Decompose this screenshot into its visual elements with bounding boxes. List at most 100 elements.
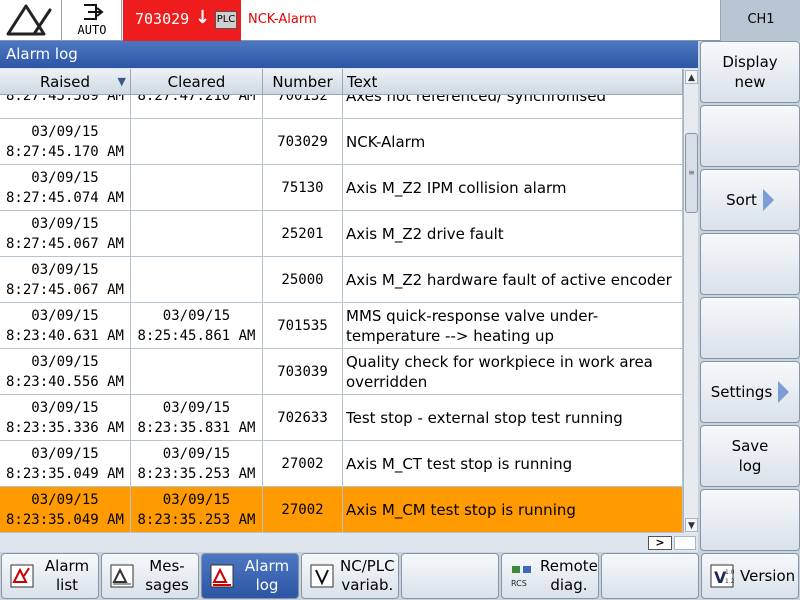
column-header-raised[interactable]: Raised ▼ <box>0 69 131 95</box>
softkey-vertical-4[interactable] <box>700 233 800 295</box>
alarm-number: 25201 <box>281 226 324 242</box>
cell-raised: 03/09/15 8:27:45.170 AM <box>0 119 131 165</box>
cell-raised: 03/09/15 8:23:35.336 AM <box>0 395 131 441</box>
table-row[interactable]: 03/09/15 8:23:40.631 AM 03/09/15 8:25:45.86… <box>0 303 683 349</box>
cell-cleared <box>131 165 263 211</box>
cell-number: 27002 <box>263 487 343 533</box>
remote-diag-icon: RCS <box>510 564 534 588</box>
table-row[interactable]: 03/09/15 8:23:35.336 AM 03/09/15 8:23:35.83… <box>0 395 683 441</box>
cell-text: Axis M_CT test stop is running <box>343 441 683 487</box>
raised-time: 8:27:45.170 AM <box>5 144 124 160</box>
column-header-label: Text <box>347 73 378 91</box>
cell-number: 700132 <box>263 95 343 119</box>
softkey-label-line: NC/PLC <box>340 557 395 575</box>
scroll-right-button[interactable]: > <box>648 536 672 550</box>
raised-date: 03/09/15 <box>31 446 99 462</box>
softkey-vertical-8[interactable] <box>700 489 800 551</box>
alarm-number: 703029 <box>277 134 328 150</box>
softkey-horizontal-3[interactable]: Alarm log <box>201 553 299 599</box>
cell-number: 701535 <box>263 303 343 349</box>
column-header-cleared[interactable]: Cleared <box>131 69 263 95</box>
softkey-vertical-5[interactable] <box>700 297 800 359</box>
alarm-text: NCK-Alarm <box>346 133 426 151</box>
column-header-text[interactable]: Text <box>343 69 683 95</box>
alarm-log-icon <box>210 564 234 588</box>
raised-time: 8:27:45.074 AM <box>5 190 124 206</box>
cleared-date: 03/09/15 <box>162 492 231 508</box>
softkey-label-line: Remote <box>540 557 598 575</box>
raised-date: 03/09/15 <box>31 308 99 324</box>
table-row[interactable]: 03/09/15 8:23:35.049 AM 03/09/15 8:23:35.25… <box>0 487 683 533</box>
cell-number: 25000 <box>263 257 343 303</box>
softkey-horizontal-1[interactable]: Alarm list <box>1 553 99 599</box>
plc-badge: PLC <box>215 11 237 29</box>
cell-number: 75130 <box>263 165 343 211</box>
raised-time: 8:23:35.049 AM <box>5 466 124 482</box>
softkey-vertical-1[interactable]: Display new <box>700 41 800 103</box>
cell-cleared: 03/09/15 8:23:35.253 AM <box>131 487 263 533</box>
cell-cleared <box>131 257 263 303</box>
horizontal-softkey-bar: Alarm list Mes-sages Alarm log NC/PLC variab. R… <box>0 552 800 600</box>
alarm-text: Axis M_Z2 hardware fault of active encod… <box>346 271 672 289</box>
table-row[interactable]: 03/09/15 8:27:45.170 AM 703029 NCK-Alarm <box>0 119 683 165</box>
svg-text:1.2: 1.2 <box>725 578 734 585</box>
softkey-vertical-2[interactable] <box>700 105 800 167</box>
table-row[interactable]: 03/09/15 8:27:45.067 AM 25000 Axis M_Z2 har… <box>0 257 683 303</box>
raised-date: 03/09/15 <box>31 492 99 508</box>
alarm-number: 700132 <box>277 95 328 104</box>
softkey-label-line: Alarm <box>44 557 90 575</box>
active-alarm-indicator[interactable]: 703029 ↓ PLC <box>123 0 241 41</box>
cell-cleared <box>131 211 263 257</box>
raised-date: 03/09/15 <box>31 354 99 370</box>
alarm-text: Axis M_Z2 IPM collision alarm <box>346 179 567 197</box>
alarm-number: 75130 <box>281 180 324 196</box>
softkey-vertical-3[interactable]: Sort <box>700 169 800 231</box>
softkey-label: Version <box>740 567 799 586</box>
softkey-vertical-7[interactable]: Save log <box>700 425 800 487</box>
cell-raised: 03/09/15 8:27:45.067 AM <box>0 257 131 303</box>
cell-cleared <box>131 119 263 165</box>
scroll-down-icon[interactable]: ▼ <box>685 518 698 532</box>
column-header-label: Cleared <box>167 73 226 91</box>
softkey-label: Alarm list <box>40 557 98 595</box>
softkey-label-line: list <box>55 576 79 594</box>
table-row[interactable]: 8:27:45.589 AM 8:27:47.210 AM 700132 Axes n… <box>0 95 683 119</box>
softkey-horizontal-5[interactable] <box>401 553 499 599</box>
cell-text: MMS quick-response valve under-temperatu… <box>343 303 683 349</box>
cleared-time: 8:27:47.210 AM <box>137 95 256 104</box>
scroll-up-icon[interactable]: ▲ <box>685 70 698 84</box>
mode-indicator: AUTO <box>62 0 122 41</box>
softkey-label-line: log <box>255 576 279 594</box>
softkey-horizontal-2[interactable]: Mes-sages <box>101 553 199 599</box>
column-header-number[interactable]: Number <box>263 69 343 95</box>
cell-text: NCK-Alarm <box>343 119 683 165</box>
status-bar: AUTO 703029 ↓ PLC NCK-Alarm CH1 <box>0 0 800 41</box>
table-row[interactable]: 03/09/15 8:27:45.067 AM 25201 Axis M_Z2 dri… <box>0 211 683 257</box>
softkey-label-line: sages <box>145 576 189 594</box>
alarm-number: 27002 <box>281 502 324 518</box>
column-header-label: Raised <box>39 73 91 91</box>
vertical-scrollbar[interactable]: ▲ ≡ ▼ <box>683 69 698 533</box>
table-row[interactable]: 03/09/15 8:27:45.074 AM 75130 Axis M_Z2 IPM… <box>0 165 683 211</box>
softkey-vertical-6[interactable]: Settings <box>700 361 800 423</box>
alarm-text: MMS quick-response valve under-temperatu… <box>346 307 599 345</box>
cell-text: Test stop - external stop test running <box>343 395 683 441</box>
table-row[interactable]: 03/09/15 8:23:40.556 AM 703039 Quality chec… <box>0 349 683 395</box>
alarm-log-panel: Alarm log Raised ▼ Cleared Number Text 8… <box>0 41 698 552</box>
scroll-thumb[interactable]: ≡ <box>685 133 698 213</box>
raised-time: 8:23:40.556 AM <box>5 374 124 390</box>
alarm-text: Axis M_Z2 drive fault <box>346 225 504 243</box>
softkey-horizontal-4[interactable]: NC/PLC variab. <box>301 553 399 599</box>
softkey-horizontal-7[interactable] <box>601 553 699 599</box>
softkey-horizontal-6[interactable]: RCS Remote diag. <box>501 553 599 599</box>
softkey-horizontal-8[interactable]: V 1.0 1.2 Version <box>701 553 799 599</box>
cell-text: Axes not referenced/ synchronised <box>343 95 683 119</box>
cleared-date: 03/09/15 <box>162 446 231 462</box>
cell-cleared <box>131 349 263 395</box>
table-row[interactable]: 03/09/15 8:23:35.049 AM 03/09/15 8:23:35.25… <box>0 441 683 487</box>
auto-mode-icon <box>82 3 104 25</box>
chevron-right-icon <box>778 381 790 403</box>
raised-time: 8:27:45.067 AM <box>5 236 124 252</box>
raised-time: 8:23:35.049 AM <box>5 512 124 528</box>
softkey-label: Sort <box>726 191 757 209</box>
